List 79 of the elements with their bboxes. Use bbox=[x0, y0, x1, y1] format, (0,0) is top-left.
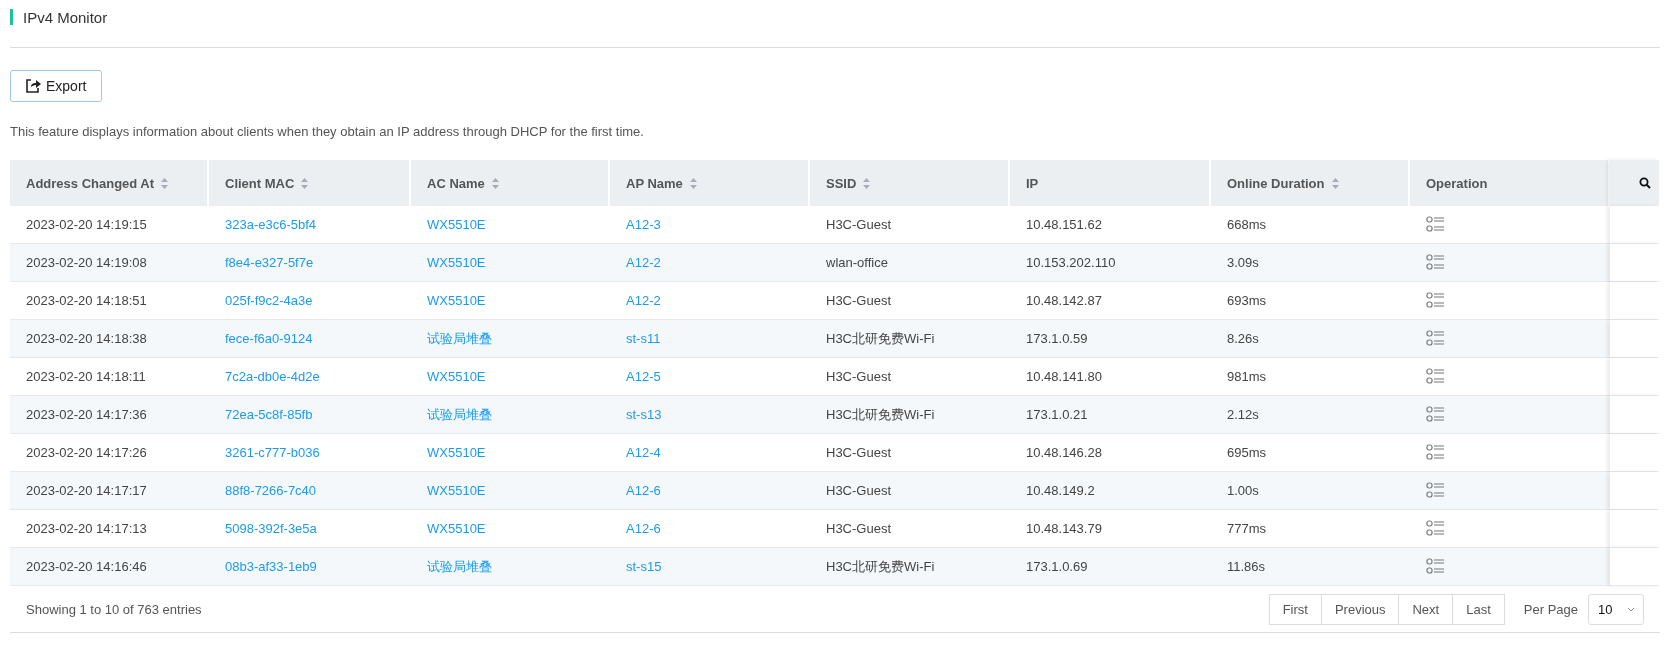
details-icon[interactable] bbox=[1426, 482, 1445, 499]
table-cell: 3.09s bbox=[1211, 244, 1410, 282]
details-icon[interactable] bbox=[1426, 406, 1445, 423]
description-text: This feature displays information about clients when they obtain an IP address through DHCP for the first time. bbox=[10, 124, 645, 139]
column-title: Online Duration bbox=[1227, 175, 1325, 191]
search-icon[interactable] bbox=[1639, 177, 1651, 189]
column-title: AP Name bbox=[626, 175, 683, 191]
table-cell: 11.86s bbox=[1211, 548, 1410, 586]
table-link[interactable]: st-s13 bbox=[610, 396, 810, 434]
details-icon[interactable] bbox=[1426, 444, 1445, 461]
sort-icon[interactable] bbox=[1331, 177, 1339, 189]
table-cell: H3C北研免费Wi-Fi bbox=[810, 396, 1010, 434]
table-link[interactable]: 试验局堆叠 bbox=[411, 548, 610, 586]
table-link[interactable]: 08b3-af33-1eb9 bbox=[209, 548, 411, 586]
column-header[interactable]: AP Name bbox=[610, 160, 810, 206]
table-cell: H3C北研免费Wi-Fi bbox=[810, 320, 1010, 358]
column-header[interactable]: Online Duration bbox=[1211, 160, 1410, 206]
export-button[interactable]: Export bbox=[10, 70, 103, 102]
details-icon[interactable] bbox=[1426, 368, 1445, 385]
per-page-select[interactable]: 10 bbox=[1588, 593, 1644, 625]
table-cell: 10.48.149.2 bbox=[1010, 472, 1211, 510]
table-link[interactable]: st-s15 bbox=[610, 548, 810, 586]
table-cell: 173.1.0.59 bbox=[1010, 320, 1211, 358]
table-link[interactable]: f8e4-e327-5f7e bbox=[209, 244, 411, 282]
pager-button[interactable]: Last bbox=[1452, 593, 1505, 625]
column-title: Address Changed At bbox=[26, 175, 155, 191]
pager-button[interactable]: Next bbox=[1398, 593, 1454, 625]
column-header[interactable]: SSID bbox=[810, 160, 1010, 206]
table-link[interactable]: fece-f6a0-9124 bbox=[209, 320, 411, 358]
details-icon[interactable] bbox=[1426, 558, 1445, 575]
table-cell: 1.00s bbox=[1211, 472, 1410, 510]
table-link[interactable]: WX5510E bbox=[411, 472, 610, 510]
table-link[interactable]: A12-2 bbox=[610, 244, 810, 282]
column-title: AC Name bbox=[427, 175, 485, 191]
column-title: Operation bbox=[1426, 175, 1488, 191]
pager-button[interactable]: First bbox=[1268, 593, 1322, 625]
table-cell: 10.153.202.110 bbox=[1010, 244, 1211, 282]
table-cell: 173.1.0.21 bbox=[1010, 396, 1211, 434]
column-title: IP bbox=[1026, 175, 1039, 191]
table-link[interactable]: 试验局堆叠 bbox=[411, 396, 610, 434]
table-link[interactable]: st-s11 bbox=[610, 320, 810, 358]
page-title: IPv4 Monitor bbox=[23, 8, 108, 26]
column-title: SSID bbox=[826, 175, 857, 191]
column-header[interactable]: Client MAC bbox=[209, 160, 411, 206]
table-cell: 8.26s bbox=[1211, 320, 1410, 358]
table-link[interactable]: 试验局堆叠 bbox=[411, 320, 610, 358]
sort-icon[interactable] bbox=[689, 177, 697, 189]
details-icon[interactable] bbox=[1426, 216, 1445, 233]
per-page-label: Per Page bbox=[1523, 601, 1578, 617]
table-link[interactable]: WX5510E bbox=[411, 244, 610, 282]
sort-icon[interactable] bbox=[301, 177, 309, 189]
table-cell: 2023-02-20 14:19:08 bbox=[10, 244, 209, 282]
entries-summary: Showing 1 to 10 of 763 entries bbox=[26, 601, 203, 617]
details-icon[interactable] bbox=[1426, 330, 1445, 347]
table-cell: H3C北研免费Wi-Fi bbox=[810, 548, 1010, 586]
chevron-down-icon bbox=[1627, 606, 1635, 612]
sort-icon[interactable] bbox=[161, 177, 169, 189]
table-cell: 2023-02-20 14:17:36 bbox=[10, 396, 209, 434]
export-icon bbox=[26, 79, 41, 93]
details-icon[interactable] bbox=[1426, 254, 1445, 271]
pager-button[interactable]: Previous bbox=[1320, 593, 1400, 625]
table-cell: 173.1.0.69 bbox=[1010, 548, 1211, 586]
table-cell: 2.12s bbox=[1211, 396, 1410, 434]
table-cell: 2023-02-20 14:17:17 bbox=[10, 472, 209, 510]
table-link[interactable]: 72ea-5c8f-85fb bbox=[209, 396, 411, 434]
column-header[interactable]: Address Changed At bbox=[10, 160, 209, 206]
table-cell: H3C-Guest bbox=[810, 472, 1010, 510]
table-link[interactable]: A12-6 bbox=[610, 472, 810, 510]
title-accent-bar bbox=[10, 9, 13, 25]
table-link[interactable]: 88f8-7266-7c40 bbox=[209, 472, 411, 510]
details-icon[interactable] bbox=[1426, 520, 1445, 537]
sort-icon[interactable] bbox=[863, 177, 871, 189]
table-cell: 2023-02-20 14:18:38 bbox=[10, 320, 209, 358]
column-title: Client MAC bbox=[225, 175, 295, 191]
sort-icon[interactable] bbox=[491, 177, 499, 189]
details-icon[interactable] bbox=[1426, 292, 1445, 309]
table-cell: wlan-office bbox=[810, 244, 1010, 282]
column-header[interactable]: AC Name bbox=[411, 160, 610, 206]
table-cell: 2023-02-20 14:16:46 bbox=[10, 548, 209, 586]
